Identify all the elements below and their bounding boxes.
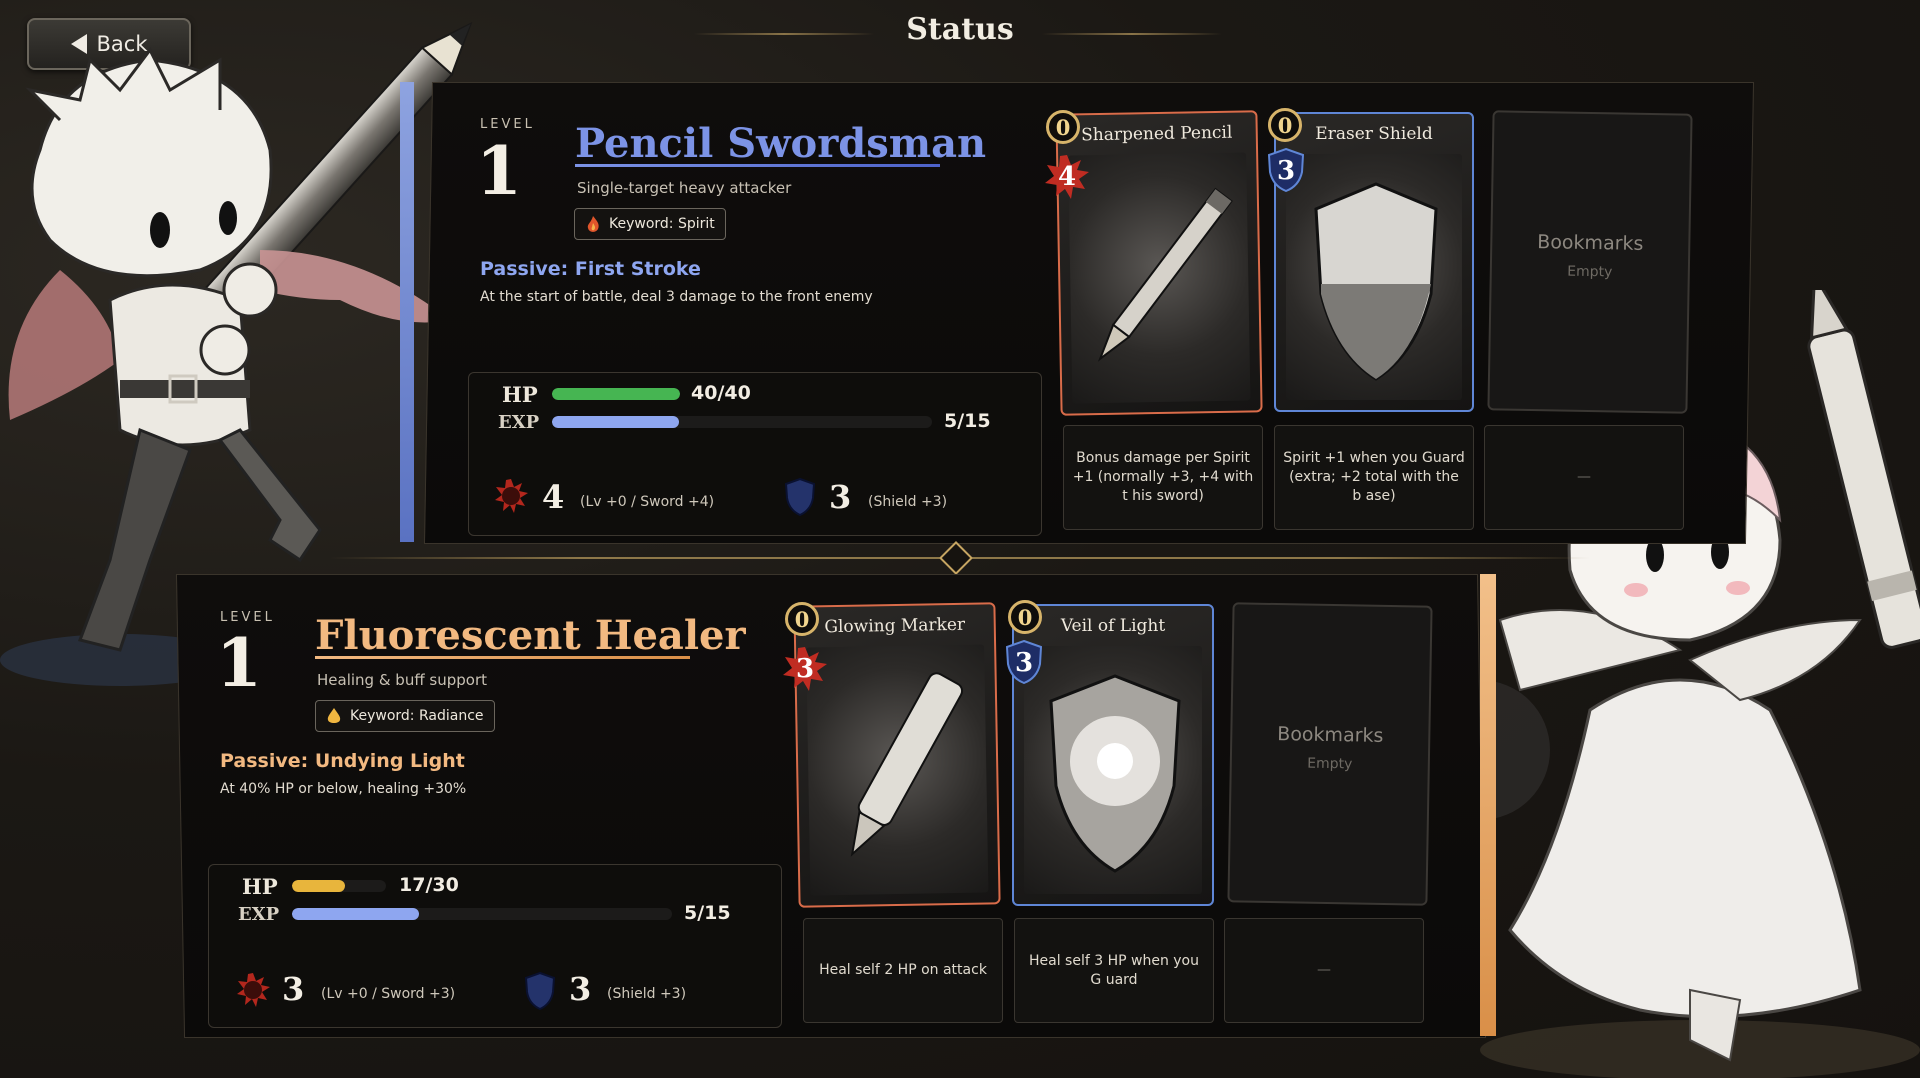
hero1-shield-note: (Shield +3) [868, 494, 948, 510]
card-desc-veil-of-light: Heal self 3 HP when you G uard [1014, 918, 1214, 1023]
spirit-flame-icon [587, 216, 599, 232]
card-eraser-shield[interactable]: Eraser Shield [1274, 112, 1474, 412]
hero1-shield-value: 3 [829, 478, 852, 516]
card-attack-value: 3 [795, 654, 815, 684]
hero1-exp-label: EXP [498, 412, 540, 433]
card-cost-icon: 0 [785, 602, 819, 636]
hero2-role: Healing & buff support [317, 671, 488, 689]
hero1-attack-note: (Lv +0 / Sword +4) [580, 494, 715, 510]
hero1-passive-title: Passive: First Stroke [480, 258, 701, 280]
hero2-passive-title: Passive: Undying Light [220, 750, 465, 772]
hero1-passive-desc: At the start of battle, deal 3 damage to… [480, 289, 873, 305]
card-veil-of-light[interactable]: Veil of Light [1012, 604, 1214, 906]
shield-icon [785, 478, 815, 516]
card-title: Eraser Shield [1315, 124, 1433, 144]
bookmarks-empty: Empty [1567, 263, 1613, 281]
card-desc-glowing-marker: Heal self 2 HP on attack [803, 918, 1003, 1023]
shield-icon [525, 972, 555, 1010]
hero2-hp-bar [292, 880, 386, 892]
hero2-passive-desc: At 40% HP or below, healing +30% [220, 781, 467, 797]
hero2-keyword-label: Keyword: Radiance [350, 708, 484, 724]
hero2-level-value: 1 [216, 624, 262, 702]
hero2-hp-label: HP [242, 874, 278, 899]
hero1-hp-bar [552, 388, 680, 400]
hero2-accent-stripe [1480, 574, 1496, 1036]
hero1-name: Pencil Swordsman [575, 120, 987, 167]
card-art [806, 644, 989, 896]
hero2-hp-value: 17/30 [399, 874, 459, 896]
card-shield-value: 3 [1276, 156, 1296, 186]
hero2-level-label: LEVEL [220, 610, 275, 625]
card-cost-icon: 0 [1046, 110, 1080, 144]
hero2-attack-value: 3 [282, 970, 305, 1008]
hero2-exp-label: EXP [238, 904, 280, 925]
bookmarks-title: Bookmarks [1537, 231, 1644, 255]
card-desc-bookmarks: — [1484, 425, 1684, 530]
light-shield-icon [1049, 674, 1181, 873]
hero1-hp-value: 40/40 [691, 382, 751, 404]
hero1-hp-label: HP [502, 382, 538, 407]
hero2-shield-value: 3 [569, 970, 592, 1008]
radiance-drop-icon [327, 708, 341, 723]
hero1-level-label: LEVEL [480, 117, 535, 132]
bookmarks-slot[interactable]: Bookmarks Empty [1487, 110, 1693, 414]
card-title: Sharpened Pencil [1080, 122, 1233, 146]
hero1-accent-stripe [400, 82, 414, 542]
hero1-name-underline [575, 164, 940, 167]
hero2-keyword-tag[interactable]: Keyword: Radiance [315, 700, 495, 732]
card-desc-eraser-shield: Spirit +1 when you Guard (extra; +2 tota… [1274, 425, 1474, 530]
card-attack-value: 4 [1057, 162, 1077, 192]
bookmarks-title: Bookmarks [1277, 723, 1384, 747]
card-art [1068, 152, 1251, 404]
card-title: Glowing Marker [824, 614, 966, 638]
bookmarks-empty: Empty [1307, 755, 1353, 773]
card-cost-icon: 0 [1008, 600, 1042, 634]
pencil-icon [1097, 187, 1233, 362]
hero1-exp-value: 5/15 [944, 410, 991, 432]
card-title: Veil of Light [1060, 616, 1166, 636]
card-desc-sharpened-pencil: Bonus damage per Spirit +1 (normally +3,… [1063, 425, 1263, 530]
hero2-exp-value: 5/15 [684, 902, 731, 924]
hero2-name-underline [315, 656, 690, 659]
attack-burst-icon [237, 973, 270, 1007]
bookmarks-slot[interactable]: Bookmarks Empty [1227, 602, 1433, 906]
card-art [1286, 154, 1462, 400]
hero1-level-value: 1 [476, 132, 522, 210]
card-desc-bookmarks: — [1224, 918, 1424, 1023]
card-shield-value: 3 [1014, 648, 1034, 678]
hero1-keyword-label: Keyword: Spirit [609, 216, 715, 232]
hero2-exp-bar [292, 908, 672, 920]
eraser-shield-icon [1314, 182, 1438, 381]
attack-burst-icon [495, 479, 528, 513]
hero1-role: Single-target heavy attacker [577, 179, 792, 197]
hero2-shield-note: (Shield +3) [607, 986, 687, 1002]
hero1-keyword-tag[interactable]: Keyword: Spirit [574, 208, 726, 240]
hero1-exp-bar [552, 416, 932, 428]
hero1-attack-value: 4 [542, 478, 565, 516]
marker-icon [850, 672, 964, 857]
card-cost-icon: 0 [1268, 108, 1302, 142]
card-art [1024, 646, 1202, 894]
hero2-attack-note: (Lv +0 / Sword +3) [321, 986, 456, 1002]
hero2-name: Fluorescent Healer [315, 612, 746, 659]
